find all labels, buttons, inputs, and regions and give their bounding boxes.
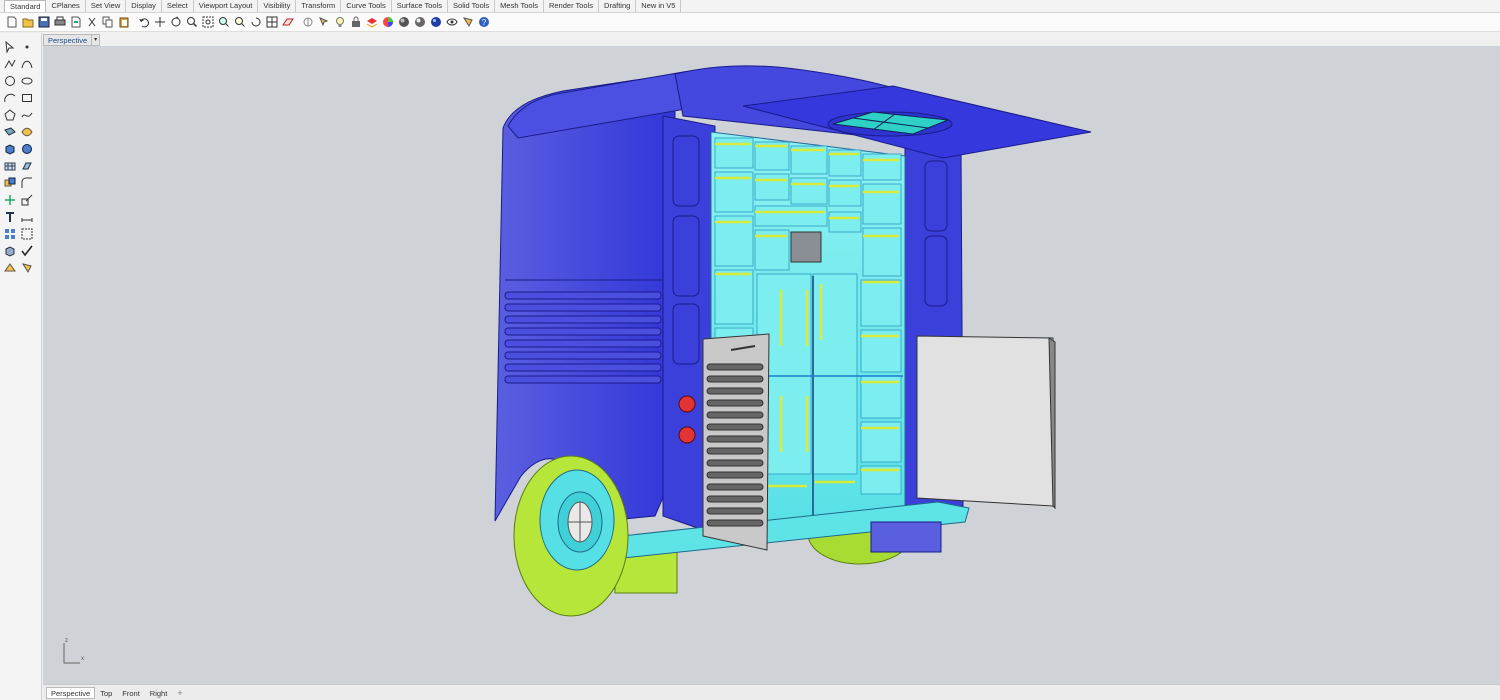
sphere-icon[interactable] bbox=[19, 141, 34, 156]
tail-light-upper bbox=[678, 395, 696, 413]
mesh-icon[interactable] bbox=[2, 158, 17, 173]
undo-icon[interactable] bbox=[137, 15, 151, 29]
tab-visibility[interactable]: Visibility bbox=[258, 0, 297, 12]
scale-icon[interactable] bbox=[19, 192, 34, 207]
axis-label-z: z bbox=[65, 638, 68, 644]
grid-snap-icon[interactable] bbox=[301, 15, 315, 29]
zoom-icon[interactable] bbox=[185, 15, 199, 29]
copy-icon[interactable] bbox=[101, 15, 115, 29]
tab-transform[interactable]: Transform bbox=[296, 0, 342, 12]
viewport-tabs: Perspective Top Front Right + bbox=[43, 684, 1500, 700]
tab-right[interactable]: Right bbox=[145, 687, 173, 699]
print-icon[interactable] bbox=[53, 15, 67, 29]
layer-icon[interactable] bbox=[365, 15, 379, 29]
toolbar-tab-strip: Standard CPlanes Set View Display Select… bbox=[0, 0, 1500, 13]
shaded-sphere-icon[interactable] bbox=[397, 15, 411, 29]
viewport-title[interactable]: Perspective bbox=[43, 33, 93, 46]
lightbulb-icon[interactable] bbox=[333, 15, 347, 29]
text-icon[interactable] bbox=[2, 209, 17, 224]
dimension-icon[interactable] bbox=[19, 209, 34, 224]
cut-icon[interactable] bbox=[85, 15, 99, 29]
add-viewport-tab-icon[interactable]: + bbox=[172, 688, 187, 698]
freeform-icon[interactable] bbox=[19, 107, 34, 122]
tab-select[interactable]: Select bbox=[162, 0, 194, 12]
zoom-extents-icon[interactable] bbox=[217, 15, 231, 29]
tab-standard[interactable]: Standard bbox=[4, 0, 47, 12]
point-icon[interactable] bbox=[19, 39, 34, 54]
standard-toolbar: ? bbox=[0, 13, 1500, 32]
tab-front[interactable]: Front bbox=[117, 687, 145, 699]
vehicle-model-render bbox=[494, 65, 1092, 617]
render-tool-icon[interactable] bbox=[19, 260, 34, 275]
tab-drafting[interactable]: Drafting bbox=[599, 0, 637, 12]
undo-view-icon[interactable] bbox=[249, 15, 263, 29]
new-file-icon[interactable] bbox=[5, 15, 19, 29]
save-icon[interactable] bbox=[37, 15, 51, 29]
cabinet-window bbox=[790, 231, 822, 263]
right-rear-door bbox=[916, 335, 1056, 510]
left-tool-palette bbox=[0, 33, 42, 700]
tab-mesh-tools[interactable]: Mesh Tools bbox=[495, 0, 544, 12]
circle-icon[interactable] bbox=[2, 73, 17, 88]
tab-curve-tools[interactable]: Curve Tools bbox=[341, 0, 392, 12]
axis-label-x: x bbox=[81, 656, 84, 662]
four-viewports-icon[interactable] bbox=[265, 15, 279, 29]
fillet-icon[interactable] bbox=[19, 175, 34, 190]
zoom-window-icon[interactable] bbox=[201, 15, 215, 29]
analyze-icon[interactable] bbox=[2, 260, 17, 275]
lock-icon[interactable] bbox=[349, 15, 363, 29]
open-icon[interactable] bbox=[21, 15, 35, 29]
rotate-view-icon[interactable] bbox=[169, 15, 183, 29]
rendered-sphere-icon[interactable] bbox=[413, 15, 427, 29]
pan-icon[interactable] bbox=[153, 15, 167, 29]
tab-cplanes[interactable]: CPlanes bbox=[46, 0, 86, 12]
box-icon[interactable] bbox=[2, 141, 17, 156]
tab-render-tools[interactable]: Render Tools bbox=[544, 0, 600, 12]
extrude-icon[interactable] bbox=[19, 158, 34, 173]
array-icon[interactable] bbox=[2, 226, 17, 241]
viewport-header: Perspective ▾ bbox=[43, 33, 101, 46]
select-arrow-icon[interactable] bbox=[2, 39, 17, 54]
move-icon[interactable] bbox=[2, 192, 17, 207]
tab-perspective[interactable]: Perspective bbox=[46, 686, 96, 699]
surface-patch-icon[interactable] bbox=[19, 124, 34, 139]
tab-surface-tools[interactable]: Surface Tools bbox=[392, 0, 449, 12]
check-icon[interactable] bbox=[19, 243, 34, 258]
ellipse-icon[interactable] bbox=[19, 73, 34, 88]
svg-text:?: ? bbox=[482, 18, 487, 27]
tail-light-lower bbox=[678, 426, 696, 444]
help-icon[interactable]: ? bbox=[477, 15, 491, 29]
tab-top[interactable]: Top bbox=[95, 687, 117, 699]
world-axis-indicator: z x bbox=[59, 638, 89, 668]
import-icon[interactable] bbox=[69, 15, 83, 29]
tab-viewport-layout[interactable]: Viewport Layout bbox=[194, 0, 259, 12]
left-rear-door bbox=[702, 333, 770, 551]
cplane-icon[interactable] bbox=[281, 15, 295, 29]
group-icon[interactable] bbox=[19, 226, 34, 241]
left-rear-wheel bbox=[513, 455, 629, 617]
paste-icon[interactable] bbox=[117, 15, 131, 29]
boolean-icon[interactable] bbox=[2, 175, 17, 190]
rectangle-icon[interactable] bbox=[19, 90, 34, 105]
tab-display[interactable]: Display bbox=[126, 0, 162, 12]
zoom-selected-icon[interactable] bbox=[233, 15, 247, 29]
render-icon[interactable] bbox=[429, 15, 443, 29]
select-icon[interactable] bbox=[317, 15, 331, 29]
viewport-menu-arrow-icon[interactable]: ▾ bbox=[92, 33, 101, 46]
polygon-icon[interactable] bbox=[2, 107, 17, 122]
color-wheel-icon[interactable] bbox=[381, 15, 395, 29]
light-icon[interactable] bbox=[461, 15, 475, 29]
arc-icon[interactable] bbox=[2, 90, 17, 105]
perspective-viewport[interactable]: z x bbox=[43, 46, 1500, 684]
tab-solid-tools[interactable]: Solid Tools bbox=[448, 0, 496, 12]
hide-icon[interactable] bbox=[445, 15, 459, 29]
tab-new-in-v5[interactable]: New in V5 bbox=[636, 0, 682, 12]
tab-set-view[interactable]: Set View bbox=[86, 0, 127, 12]
surface-icon[interactable] bbox=[2, 124, 17, 139]
block-icon[interactable] bbox=[2, 243, 17, 258]
polyline-icon[interactable] bbox=[2, 56, 17, 71]
curve-icon[interactable] bbox=[19, 56, 34, 71]
